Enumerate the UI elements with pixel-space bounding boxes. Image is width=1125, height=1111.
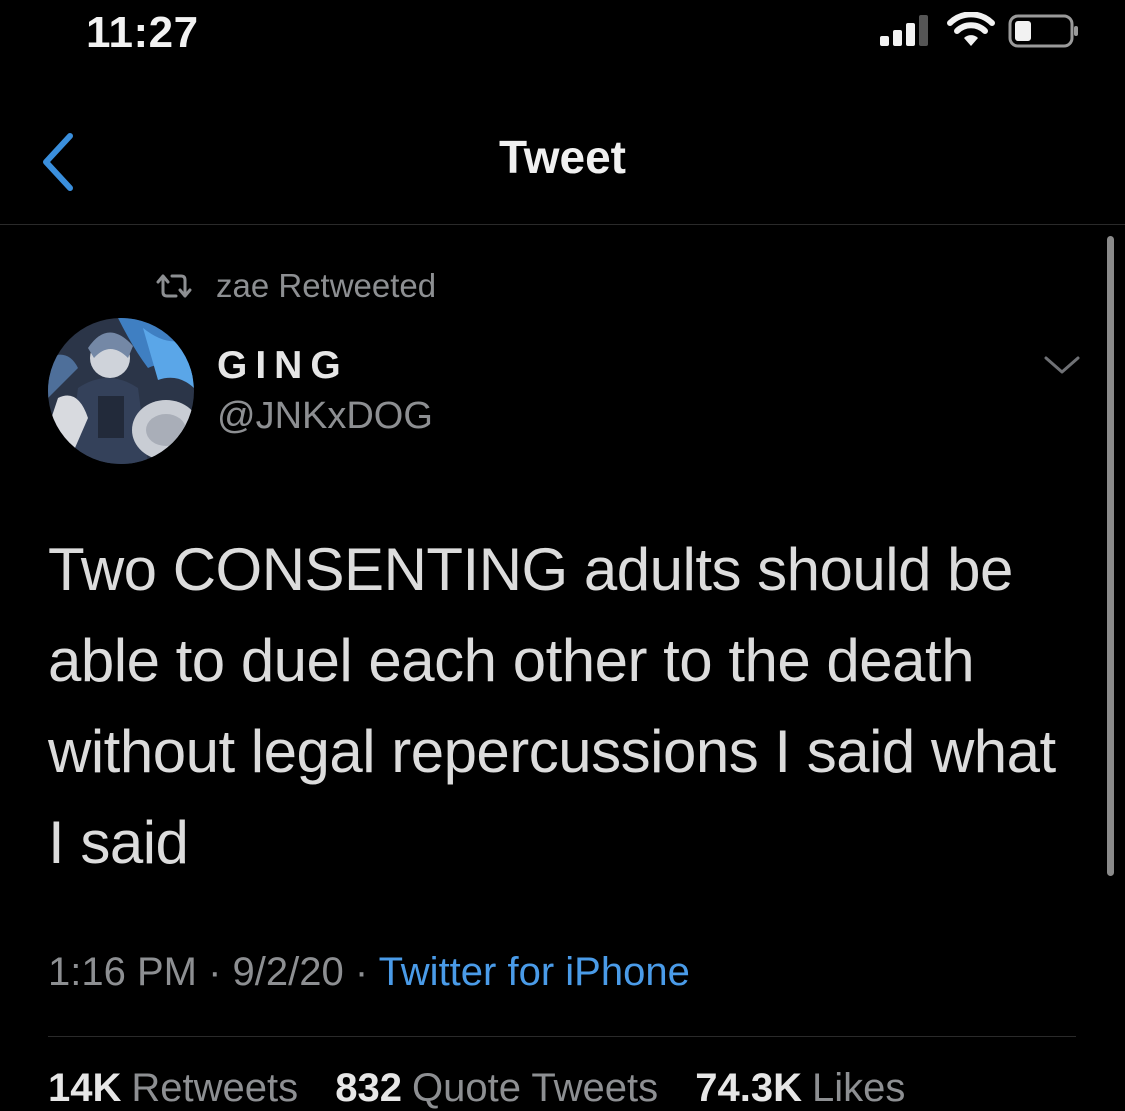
battery-icon [1008,14,1078,48]
retweets-count: 14K [48,1066,122,1110]
tweet-source-link[interactable]: Twitter for iPhone [379,950,690,994]
quote-tweets-count: 832 [335,1066,403,1110]
likes-count: 74.3K [695,1066,802,1110]
scrollbar[interactable] [1107,236,1114,876]
tweet-date: 9/2/20 [232,950,344,994]
retweet-context[interactable]: zae Retweeted [154,264,436,308]
author-handle[interactable]: @JNKxDOG [217,395,433,438]
chevron-down-icon[interactable] [1040,350,1084,380]
retweets-stat[interactable]: 14K Retweets [48,1066,298,1110]
retweets-label: Retweets [131,1066,299,1110]
quote-tweets-label: Quote Tweets [412,1066,659,1110]
meta-separator: · [196,950,233,994]
nav-bar: Tweet [0,100,1125,225]
tweet-stats: 14K Retweets 832 Quote Tweets 74.3K Likes [48,1066,931,1111]
retweet-icon [156,274,192,298]
likes-label: Likes [811,1066,906,1110]
tweet-meta: 1:16 PM · 9/2/20 · Twitter for iPhone [48,950,690,995]
avatar[interactable] [48,318,194,464]
wifi-icon [947,12,995,46]
likes-stat[interactable]: 74.3K Likes [695,1066,905,1110]
author-display-name[interactable]: GING [217,344,349,388]
status-bar: 11:27 [0,0,1125,70]
tweet-text: Two CONSENTING adults should be able to … [48,536,1056,876]
tweet-time: 1:16 PM [48,950,197,994]
cellular-signal-icon [880,15,928,46]
retweet-context-text: zae Retweeted [216,267,437,304]
status-time: 11:27 [86,8,199,57]
quote-tweets-stat[interactable]: 832 Quote Tweets [335,1066,658,1110]
divider [48,1036,1076,1037]
meta-separator: · [343,950,379,994]
page-title: Tweet [499,131,626,183]
